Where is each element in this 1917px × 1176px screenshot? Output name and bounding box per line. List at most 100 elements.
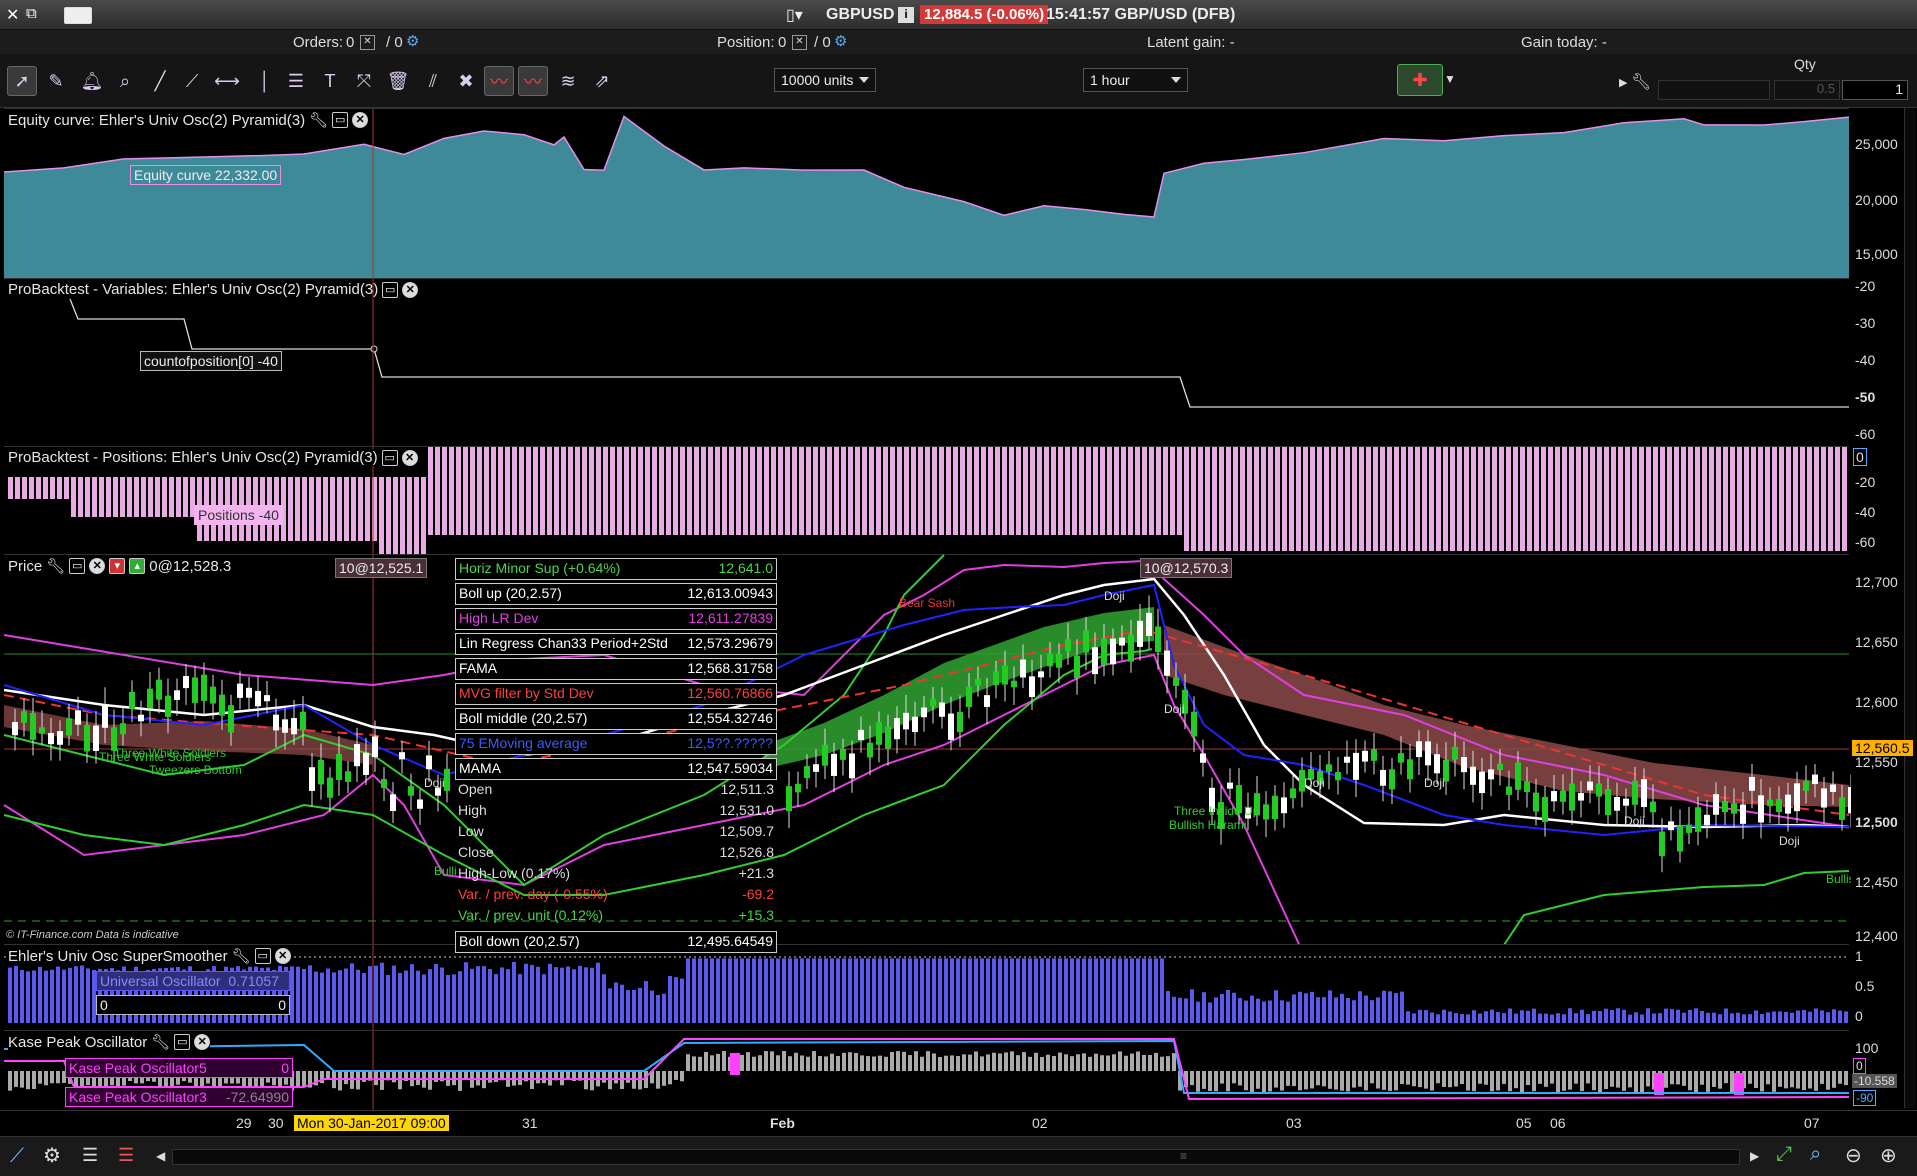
restore-icon[interactable]: ⧉ — [26, 5, 37, 22]
indicator2-icon[interactable]: 〰 — [518, 66, 548, 96]
vertical-line-icon[interactable]: │ — [250, 66, 280, 96]
multi-line-icon[interactable]: ⫽ — [418, 66, 448, 96]
title-bar: ✕ ⧉ ▯▾ GBPUSD i 12,884.5 (-0.06%) 15:41:… — [0, 0, 1917, 30]
scrollbar-grip[interactable]: ≡ — [1180, 1149, 1187, 1163]
orders-gear-icon[interactable]: ⚙ — [406, 32, 419, 50]
ehlers-bar — [1376, 997, 1380, 1023]
list-icon[interactable]: ☰ — [82, 1145, 98, 1166]
autoscale-icon[interactable]: ⤢ — [1776, 1143, 1792, 1166]
alarm-icon[interactable]: 🔔︎ — [77, 66, 107, 96]
candle-body — [1137, 620, 1143, 647]
position-bar — [911, 447, 916, 535]
expand-icon[interactable]: ▶ — [1619, 76, 1627, 89]
maximize-icon[interactable]: ▭ — [381, 449, 398, 466]
order-type-select[interactable] — [1658, 80, 1770, 100]
kase-bar — [1100, 1055, 1104, 1071]
maximize-icon[interactable]: ▭ — [174, 1034, 191, 1050]
trash-icon[interactable]: 🗑︎ — [383, 66, 413, 96]
kase-bar — [1064, 1054, 1068, 1071]
wrench-icon[interactable]: 🔧︎ — [46, 557, 65, 575]
position-gear-icon[interactable]: ⚙ — [834, 32, 847, 50]
position-bar — [71, 477, 76, 517]
text-icon[interactable]: T — [315, 66, 345, 96]
horizontal-scrollbar[interactable] — [172, 1149, 1740, 1165]
indicator-row: Boll middle (20,2.57) 12,554.32746 — [455, 708, 777, 730]
settings-icon[interactable]: ⚙ — [43, 1143, 61, 1168]
candle-body — [183, 676, 189, 689]
ehlers-bar — [1538, 1013, 1542, 1023]
candle-body — [66, 718, 72, 736]
cancel-orders-icon[interactable]: ✕ — [360, 35, 375, 50]
position-bar — [1534, 447, 1539, 551]
zoom-out-icon[interactable]: ⊖ — [1845, 1143, 1862, 1168]
ehlers-bar — [1424, 1010, 1428, 1023]
close-icon[interactable]: ✕ — [401, 449, 418, 466]
maximize-icon[interactable]: ▭ — [382, 281, 399, 298]
close-icon[interactable]: ✕ — [6, 5, 19, 25]
position-bar — [1023, 447, 1028, 535]
fibonacci-icon[interactable]: ☰ — [281, 66, 311, 96]
phone-icon[interactable]: ▯▾ — [786, 5, 803, 25]
qty-input-2[interactable]: 1 — [1842, 80, 1908, 100]
vertical-scrollbar[interactable] — [1904, 108, 1916, 1108]
scroll-right-icon[interactable]: ▶ — [1750, 1149, 1759, 1163]
zoom-in-icon[interactable]: ⊕ — [1880, 1143, 1897, 1168]
signal-icon[interactable]: ⇗ — [587, 66, 617, 96]
zoom-fit-icon[interactable]: ⌕ — [1810, 1143, 1821, 1166]
layers-icon[interactable]: ≋ — [553, 66, 583, 96]
buy-icon[interactable]: ▴ — [129, 558, 146, 574]
wrench-icon[interactable]: 🔧︎ — [1631, 72, 1651, 92]
trendline-icon[interactable]: ⟋ — [177, 66, 207, 96]
position-bar — [1191, 447, 1196, 551]
close-icon[interactable]: ✕ — [194, 1034, 211, 1050]
keyboard-icon[interactable] — [64, 7, 92, 24]
candle-body — [1704, 814, 1710, 826]
line-icon[interactable]: ╱ — [145, 66, 175, 96]
candle-body — [1713, 794, 1719, 815]
ehlers-bar — [398, 972, 402, 1023]
candle-body — [1425, 741, 1431, 766]
close-icon[interactable]: ✕ — [89, 558, 106, 574]
kase-bar — [1616, 1071, 1620, 1088]
wrench-icon[interactable]: 🔧︎ — [232, 947, 251, 965]
maximize-icon[interactable]: ▭ — [332, 112, 349, 128]
sell-icon[interactable]: ▾ — [109, 558, 126, 574]
maximize-icon[interactable]: ▭ — [69, 558, 86, 574]
scroll-left-icon[interactable]: ◀ — [156, 1149, 165, 1163]
zoom-icon[interactable]: ⌕ — [110, 66, 140, 96]
indicator-icon[interactable]: 〰 — [484, 66, 514, 96]
position-bar — [575, 447, 580, 535]
horizontal-line-icon[interactable]: ⟷ — [212, 66, 242, 96]
ruler-icon[interactable]: ✎ — [41, 66, 71, 96]
position-bar — [1828, 447, 1833, 551]
ehlers-bar — [1736, 1012, 1740, 1023]
units-select[interactable]: 10000 units — [774, 68, 876, 92]
symbol-label[interactable]: GBPUSD — [826, 6, 894, 24]
cross-icon[interactable]: ⤧ — [349, 66, 379, 96]
qty-input-1[interactable]: 0.5 — [1774, 80, 1840, 100]
candle-body — [1479, 771, 1485, 794]
wrench-icon[interactable]: 🔧︎ — [151, 1033, 170, 1051]
indicator-value: 12,641.0 — [718, 560, 774, 576]
position-bar — [1597, 447, 1602, 551]
close-icon[interactable]: ✕ — [402, 281, 419, 298]
info-icon[interactable]: i — [898, 7, 914, 23]
wrench-icon[interactable]: 🔧︎ — [309, 111, 328, 129]
indicator-label: Boll middle (20,2.57) — [459, 710, 588, 726]
chart-type-icon[interactable]: ⟋ — [10, 1145, 24, 1168]
close-icon[interactable]: ✕ — [352, 112, 369, 128]
maximize-icon[interactable]: ▭ — [254, 948, 271, 964]
kase-bar — [1298, 1071, 1302, 1091]
ehlers-bar — [860, 958, 864, 1023]
tools-icon[interactable]: ✖ — [451, 66, 481, 96]
kase-bar — [872, 1056, 876, 1071]
pointer-icon[interactable]: ➚ — [7, 66, 37, 96]
ehlers-bar — [308, 965, 312, 1023]
close-position-icon[interactable]: ✕ — [792, 35, 807, 50]
close-icon[interactable]: ✕ — [274, 948, 291, 964]
interval-select[interactable]: 1 hour — [1083, 68, 1188, 92]
position-bar — [736, 447, 741, 535]
orders-book-icon[interactable]: ☰ — [118, 1145, 134, 1166]
buy-sell-caret-icon[interactable]: ▼ — [1444, 72, 1456, 86]
buy-sell-icon[interactable]: ✚ — [1397, 64, 1443, 96]
